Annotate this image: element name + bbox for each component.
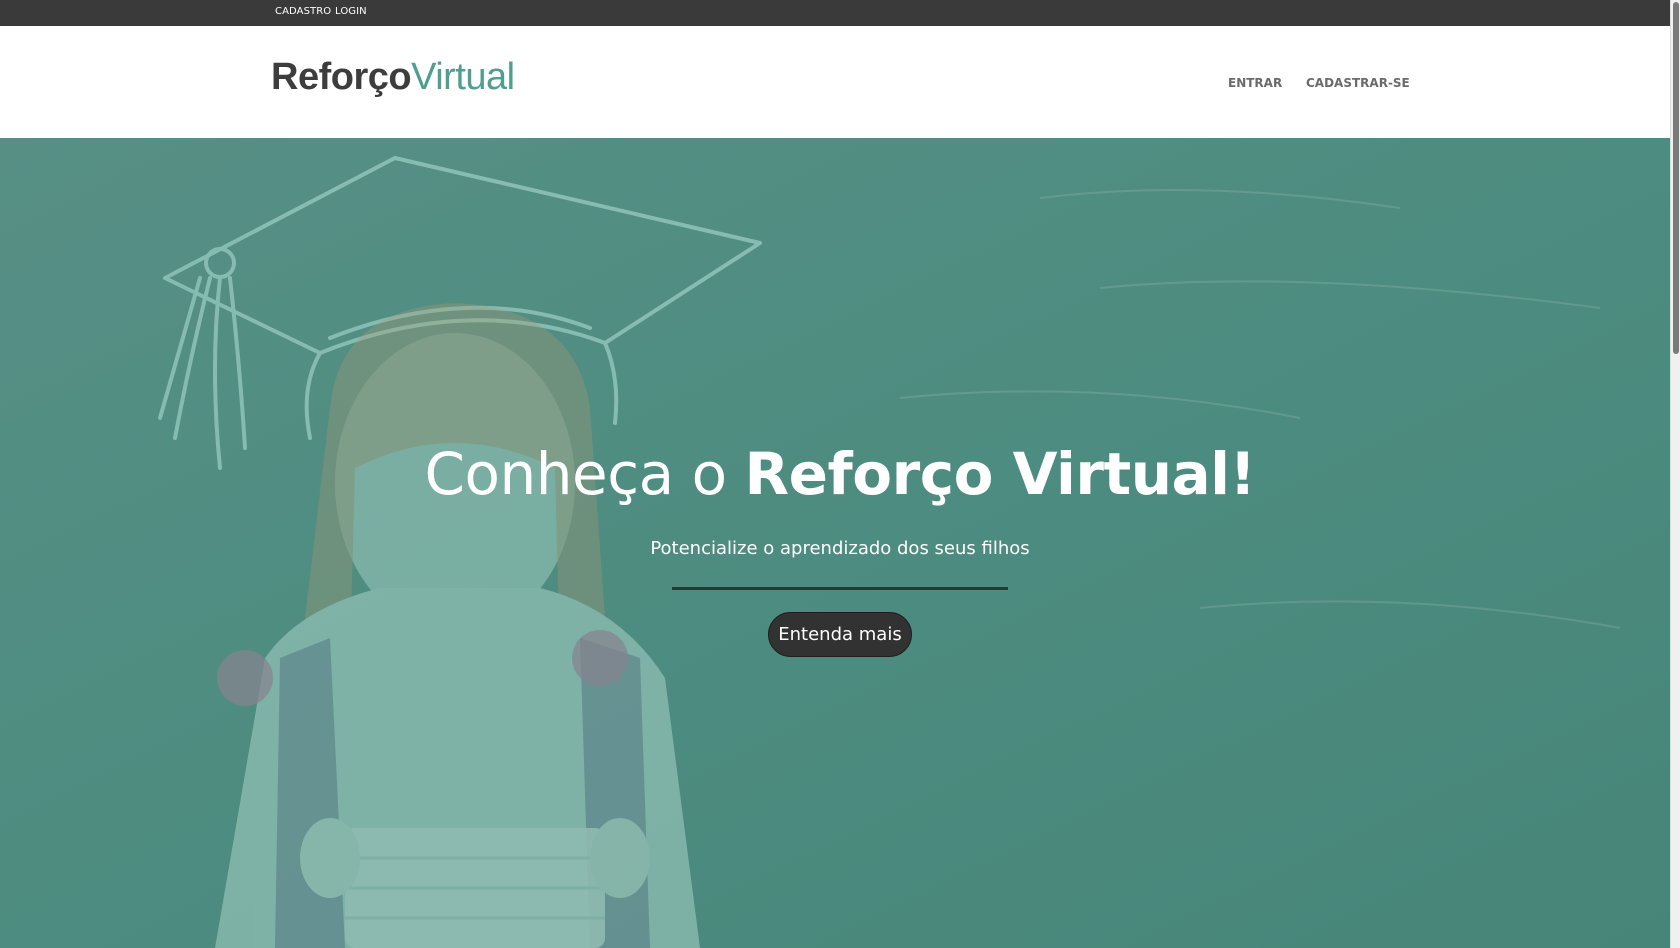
nav-link-cadastrar[interactable]: CADASTRAR-SE <box>1306 76 1410 90</box>
scrollbar-thumb[interactable] <box>1673 2 1679 354</box>
hero-section: Conheça o Reforço Virtual! Potencialize … <box>0 138 1670 948</box>
site-logo[interactable]: ReforçoVirtual <box>271 58 515 96</box>
page-scrollbar[interactable] <box>1670 0 1680 948</box>
logo-text-primary: Reforço <box>271 56 412 98</box>
hero-title-bold: Reforço Virtual! <box>744 440 1256 508</box>
hero-title: Conheça o Reforço Virtual! <box>0 440 1670 508</box>
hero-subtitle: Potencialize o aprendizado dos seus filh… <box>650 538 1030 559</box>
page: CADASTRO LOGIN ReforçoVirtual ENTRAR CAD… <box>0 0 1680 948</box>
nav-link-entrar[interactable]: ENTRAR <box>1228 76 1282 90</box>
topbar-link-cadastro[interactable]: CADASTRO <box>275 6 331 17</box>
learn-more-button[interactable]: Entenda mais <box>768 612 912 657</box>
site-header: ReforçoVirtual ENTRAR CADASTRAR-SE <box>0 26 1670 138</box>
top-utility-bar: CADASTRO LOGIN <box>0 0 1670 26</box>
topbar-link-login[interactable]: LOGIN <box>335 6 367 17</box>
hero-title-light: Conheça o <box>424 440 745 508</box>
hero-divider <box>672 587 1008 590</box>
logo-text-accent: Virtual <box>411 56 515 98</box>
